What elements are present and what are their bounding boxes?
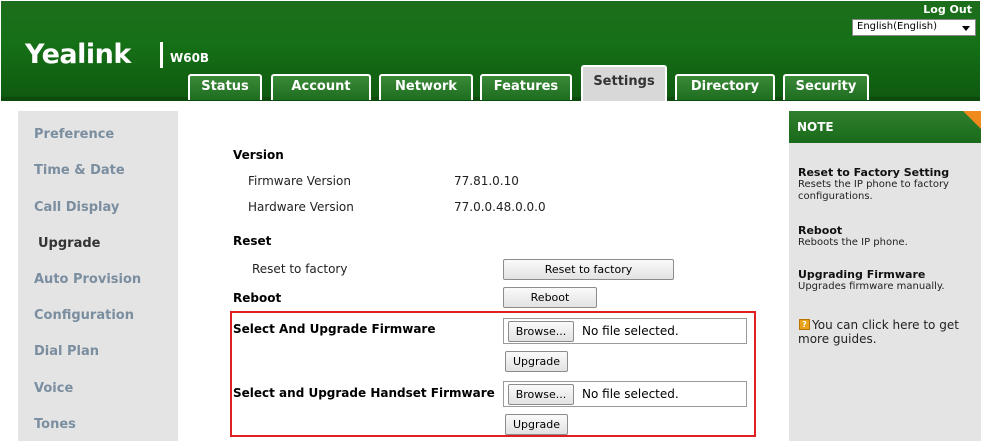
reboot-button[interactable]: Reboot	[503, 287, 597, 308]
note-title: NOTE	[797, 120, 834, 134]
reboot-title: Reboot	[233, 291, 282, 305]
chevron-down-icon	[962, 26, 970, 31]
tab-settings[interactable]: Settings	[581, 65, 667, 101]
handset-file-input[interactable]: Browse... No file selected.	[503, 381, 747, 407]
tab-security[interactable]: Security	[783, 74, 869, 100]
sidebar-item-time-date[interactable]: Time & Date	[34, 163, 125, 178]
reset-to-factory-button[interactable]: Reset to factory	[503, 259, 674, 280]
note-item-title: Upgrading Firmware	[798, 268, 926, 281]
language-value: English(English)	[857, 21, 938, 32]
help-icon: ?	[799, 319, 810, 330]
sidebar-item-voice[interactable]: Voice	[34, 381, 73, 396]
firmware-browse-button[interactable]: Browse...	[508, 321, 574, 342]
sidebar: Preference Time & Date Call Display Upgr…	[18, 111, 178, 441]
note-item-title: Reboot	[798, 224, 843, 237]
model-label: W60B	[170, 51, 210, 65]
firmware-file-status: No file selected.	[582, 324, 679, 338]
upgrade-handset-firmware-title: Select and Upgrade Handset Firmware	[233, 386, 495, 400]
tab-features[interactable]: Features	[480, 74, 572, 100]
reset-to-factory-label: Reset to factory	[252, 262, 348, 276]
note-item-text: Upgrades firmware manually.	[798, 281, 945, 292]
yealink-logo: Yealink	[25, 39, 131, 70]
handset-browse-button[interactable]: Browse...	[508, 384, 574, 405]
hardware-version-value: 77.0.0.48.0.0.0	[454, 200, 546, 214]
sidebar-item-call-display[interactable]: Call Display	[34, 200, 119, 215]
sidebar-item-dial-plan[interactable]: Dial Plan	[34, 344, 99, 359]
note-header: NOTE	[789, 111, 981, 143]
tab-account[interactable]: Account	[271, 74, 371, 100]
handset-file-status: No file selected.	[582, 387, 679, 401]
note-item-title: Reset to Factory Setting	[798, 166, 950, 179]
note-panel: NOTE Reset to Factory Setting Resets the…	[789, 111, 981, 441]
upgrade-firmware-title: Select And Upgrade Firmware	[233, 322, 436, 336]
sidebar-item-preference[interactable]: Preference	[34, 127, 114, 142]
hardware-version-label: Hardware Version	[248, 200, 354, 214]
handset-upgrade-button[interactable]: Upgrade	[505, 414, 568, 435]
note-item-text: Resets the IP phone to factory configura…	[798, 179, 949, 202]
note-corner-marker	[963, 111, 981, 129]
firmware-version-label: Firmware Version	[248, 174, 351, 188]
reset-title: Reset	[233, 234, 272, 248]
logo-separator	[160, 42, 163, 68]
logout-link[interactable]: Log Out	[923, 3, 972, 16]
version-title: Version	[233, 148, 284, 162]
tab-network[interactable]: Network	[379, 74, 473, 100]
sidebar-item-tones[interactable]: Tones	[34, 417, 76, 432]
sidebar-item-auto-provision[interactable]: Auto Provision	[34, 272, 141, 287]
firmware-version-value: 77.81.0.10	[454, 174, 519, 188]
firmware-file-input[interactable]: Browse... No file selected.	[503, 318, 747, 344]
sidebar-item-upgrade[interactable]: Upgrade	[38, 236, 100, 251]
guide-link[interactable]: You can click here to get more guides.	[798, 318, 978, 346]
header-bar: Yealink W60B Log Out English(English) St…	[1, 1, 980, 101]
sidebar-item-configuration[interactable]: Configuration	[34, 308, 134, 323]
firmware-upgrade-button[interactable]: Upgrade	[505, 351, 568, 372]
language-select[interactable]: English(English)	[852, 19, 976, 36]
tab-directory[interactable]: Directory	[675, 74, 775, 100]
tab-status[interactable]: Status	[188, 74, 262, 100]
note-item-text: Reboots the IP phone.	[798, 237, 908, 248]
